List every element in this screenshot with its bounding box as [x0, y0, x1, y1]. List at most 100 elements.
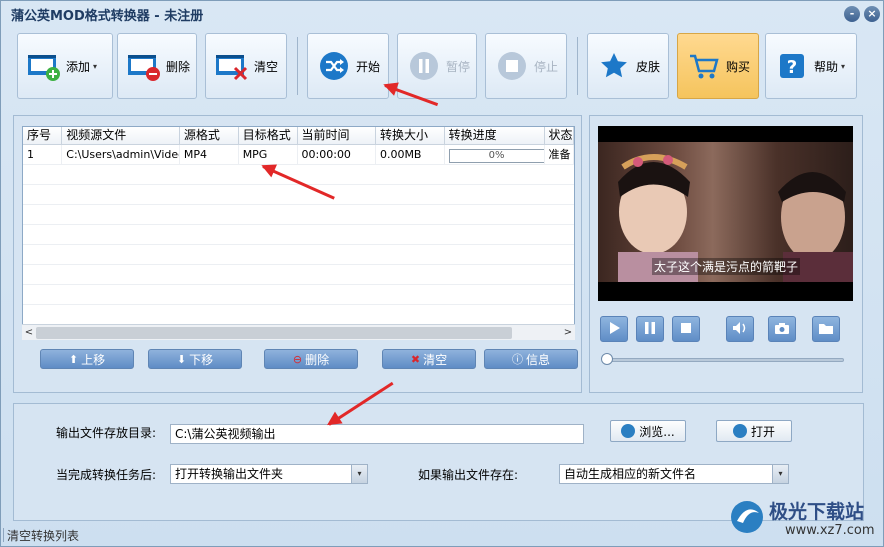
start-label: 开始 — [356, 59, 381, 74]
star-icon — [596, 48, 632, 84]
play-button[interactable] — [600, 316, 628, 342]
camera-icon — [774, 321, 790, 338]
start-button[interactable]: 开始 — [307, 33, 389, 99]
scroll-thumb[interactable] — [36, 327, 512, 339]
seek-slider[interactable] — [601, 353, 844, 365]
clear-label: 清空 — [254, 59, 279, 74]
minimize-button[interactable]: - — [844, 6, 860, 22]
volume-button[interactable] — [726, 316, 754, 342]
column-header[interactable]: 序号 — [23, 127, 63, 144]
chevron-down-icon[interactable]: ▾ — [351, 465, 367, 483]
player-stop-button[interactable] — [672, 316, 700, 342]
column-header[interactable]: 视频源文件 — [62, 127, 180, 144]
add-button[interactable]: 添加 ▾ — [17, 33, 113, 99]
snapshot-button[interactable] — [768, 316, 796, 342]
player-pause-button[interactable] — [636, 316, 664, 342]
browse-button[interactable]: 浏览... — [610, 420, 686, 442]
column-header[interactable]: 转换大小 — [376, 127, 445, 144]
stop-label: 停止 — [534, 59, 559, 74]
horizontal-scrollbar[interactable]: < > — [22, 324, 575, 340]
move-down-button[interactable]: ⬇ 下移 — [148, 349, 242, 369]
progress-bar: 0% — [448, 149, 544, 163]
open-folder-button[interactable] — [812, 316, 840, 342]
cell-source-file: C:\Users\admin\Video... — [62, 145, 180, 164]
chevron-down-icon: ▾ — [841, 61, 846, 71]
watermark-logo-icon — [729, 499, 765, 538]
file-exists-select[interactable]: 自动生成相应的新文件名 ▾ — [559, 464, 789, 484]
watermark-name: 极光下载站 — [769, 501, 865, 523]
list-clear-button[interactable]: ✖ 清空 — [382, 349, 476, 369]
skin-button[interactable]: 皮肤 — [587, 33, 669, 99]
cell-current-time: 00:00:00 — [298, 145, 376, 164]
buy-label: 购买 — [726, 59, 751, 74]
browse-icon — [621, 424, 636, 438]
column-header[interactable]: 源格式 — [180, 127, 239, 144]
stop-icon — [494, 48, 530, 84]
chevron-down-icon[interactable]: ▾ — [772, 465, 788, 483]
film-reel-icon — [732, 424, 747, 438]
help-icon: ? — [774, 48, 810, 84]
shopping-cart-icon — [686, 48, 722, 84]
delete-film-icon — [126, 48, 162, 84]
cell-progress: 0% — [445, 145, 545, 164]
scroll-right-icon[interactable]: > — [561, 325, 575, 341]
pause-label: 暂停 — [446, 59, 471, 74]
close-button[interactable]: × — [864, 6, 880, 22]
skin-label: 皮肤 — [636, 59, 661, 74]
cell-index: 1 — [23, 145, 63, 164]
video-subtitle: 太子这个满是污点的箭靶子 — [652, 258, 801, 275]
info-label: 信息 — [525, 352, 550, 367]
seek-handle[interactable] — [601, 353, 613, 365]
column-header[interactable]: 转换进度 — [445, 127, 545, 144]
delete-button[interactable]: 删除 — [117, 33, 197, 99]
cell-size: 0.00MB — [376, 145, 445, 164]
output-dir-label: 输出文件存放目录: — [56, 426, 157, 440]
after-task-select[interactable]: 打开转换输出文件夹 ▾ — [170, 464, 368, 484]
task-list-panel: 序号 视频源文件 源格式 目标格式 当前时间 转换大小 转换进度 状态 1 C:… — [13, 115, 582, 393]
clear-film-icon — [214, 48, 250, 84]
column-header[interactable]: 当前时间 — [298, 127, 376, 144]
browse-label: 浏览... — [639, 424, 675, 439]
volume-icon — [732, 321, 748, 338]
minus-circle-icon: ⊖ — [292, 352, 303, 366]
help-button[interactable]: ? 帮助 ▾ — [765, 33, 857, 99]
pause-icon — [643, 321, 657, 338]
file-exists-value: 自动生成相应的新文件名 — [564, 467, 697, 481]
pause-button[interactable]: 暂停 — [397, 33, 477, 99]
clear-button[interactable]: 清空 — [205, 33, 287, 99]
table-row — [23, 185, 574, 205]
info-button[interactable]: ⓘ 信息 — [484, 349, 578, 369]
info-icon: ⓘ — [511, 353, 523, 366]
delete-label: 删除 — [166, 59, 191, 74]
table-row[interactable]: 1 C:\Users\admin\Video... MP4 MPG 00:00:… — [23, 145, 574, 165]
add-film-icon — [26, 48, 62, 84]
column-header[interactable]: 状态 — [545, 127, 574, 144]
watermark-url: www.xz7.com — [785, 523, 875, 538]
open-label: 打开 — [750, 424, 775, 439]
video-preview: 太子这个满是污点的箭靶子 — [598, 126, 853, 301]
play-icon — [607, 321, 621, 338]
output-dir-field[interactable]: C:\蒲公英视频输出 — [170, 424, 584, 444]
after-task-value: 打开转换输出文件夹 — [175, 467, 284, 481]
stop-icon — [679, 321, 693, 338]
arrow-up-icon: ⬆ — [68, 352, 79, 366]
move-up-button[interactable]: ⬆ 上移 — [40, 349, 134, 369]
move-down-label: 下移 — [189, 352, 214, 367]
list-clear-label: 清空 — [423, 352, 448, 367]
chevron-down-icon: ▾ — [93, 61, 98, 71]
buy-button[interactable]: 购买 — [677, 33, 759, 99]
toolbar-divider — [577, 37, 578, 95]
table-row — [23, 225, 574, 245]
stop-button[interactable]: 停止 — [485, 33, 567, 99]
arrow-down-icon: ⬇ — [176, 352, 187, 366]
scroll-left-icon[interactable]: < — [22, 325, 36, 341]
table-row — [23, 285, 574, 305]
file-exists-label: 如果输出文件存在: — [418, 468, 519, 482]
window-title: 蒲公英MOD格式转换器 - 未注册 — [11, 9, 204, 24]
open-button[interactable]: 打开 — [716, 420, 792, 442]
status-bar: 清空转换列表 — [2, 528, 80, 543]
column-header[interactable]: 目标格式 — [239, 127, 298, 144]
add-label: 添加 — [66, 59, 91, 74]
pause-icon — [406, 48, 442, 84]
list-delete-button[interactable]: ⊖ 删除 — [264, 349, 358, 369]
